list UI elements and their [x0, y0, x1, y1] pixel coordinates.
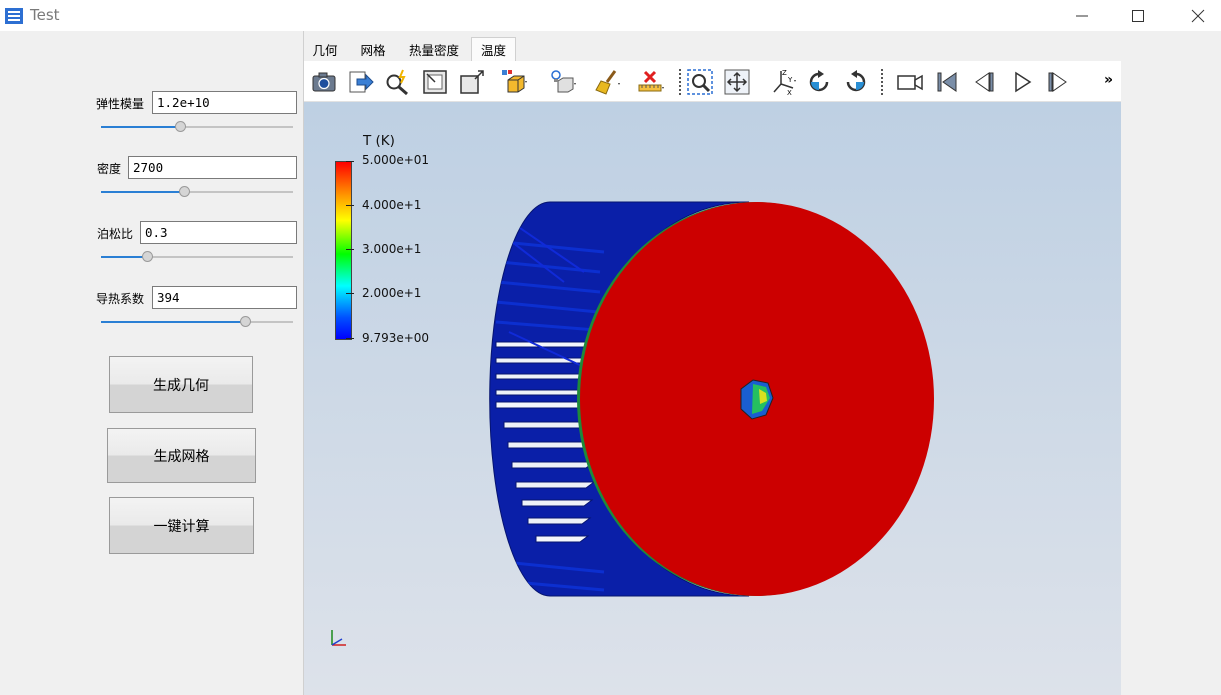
- colorbar-label-max: 5.000e+01: [362, 153, 430, 167]
- poisson-ratio-slider-handle[interactable]: [142, 251, 154, 262]
- one-click-compute-button[interactable]: 一键计算: [109, 497, 254, 554]
- render-viewport[interactable]: [304, 102, 1121, 695]
- param-label-poisson: 泊松比: [97, 227, 134, 241]
- generate-geometry-button[interactable]: 生成几何: [109, 356, 253, 413]
- conductivity-slider-fill: [101, 321, 245, 323]
- record-icon[interactable]: [895, 67, 925, 97]
- maximize-button[interactable]: [1115, 0, 1161, 31]
- temperature-model-render: [331, 201, 934, 646]
- right-margin: [1121, 31, 1221, 695]
- clear-icon[interactable]: [592, 67, 622, 97]
- close-button[interactable]: [1175, 0, 1221, 31]
- colorbar-tick: [346, 338, 354, 339]
- tab-geometry[interactable]: 几何: [304, 37, 346, 61]
- rotate-ccw-icon[interactable]: [841, 67, 871, 97]
- param-label-conductivity: 导热系数: [96, 292, 145, 306]
- app-icon: [4, 6, 24, 26]
- elastic-modulus-input[interactable]: 1.2e+10: [152, 91, 297, 114]
- zoom-to-box-icon[interactable]: [685, 67, 715, 97]
- first-frame-icon[interactable]: [932, 67, 962, 97]
- rotate-cw-icon[interactable]: [804, 67, 834, 97]
- representation-icon[interactable]: [499, 67, 529, 97]
- poisson-ratio-slider-fill: [101, 256, 148, 258]
- colorbar-tick: [346, 205, 354, 206]
- poisson-ratio-input[interactable]: 0.3: [140, 221, 297, 244]
- density-slider-fill: [101, 191, 184, 193]
- colorbar-tick: [346, 249, 354, 250]
- tab-temperature[interactable]: 温度: [471, 37, 516, 61]
- conductivity-slider-handle[interactable]: [240, 316, 251, 327]
- elastic-modulus-slider-fill: [101, 126, 180, 128]
- play-icon[interactable]: [1007, 67, 1037, 97]
- colorbar-title: T (K): [363, 133, 395, 149]
- title-bar: Test: [0, 0, 1221, 31]
- colorbar-tick: [346, 293, 354, 294]
- conductivity-input[interactable]: 394: [152, 286, 297, 309]
- tab-heat-density[interactable]: 热量密度: [400, 37, 468, 61]
- window-title: Test: [30, 6, 60, 24]
- export-icon[interactable]: [346, 67, 376, 97]
- toolbar-separator: [679, 69, 681, 95]
- orientation-axes: [331, 630, 346, 646]
- fit-view-icon[interactable]: [722, 67, 752, 97]
- tab-mesh[interactable]: 网格: [351, 37, 395, 61]
- minimize-button[interactable]: [1059, 0, 1105, 31]
- previous-frame-icon[interactable]: [969, 67, 999, 97]
- toolbar-more-button[interactable]: »: [1104, 72, 1113, 88]
- view-toolbar: ZYX: [304, 61, 1121, 102]
- light-icon[interactable]: [548, 67, 578, 97]
- colorbar-tick: [346, 161, 354, 162]
- density-slider-handle[interactable]: [178, 186, 190, 197]
- svg-text:Y: Y: [787, 76, 793, 84]
- elastic-modulus-slider-handle[interactable]: [174, 121, 186, 132]
- magnify-spark-icon[interactable]: [382, 67, 412, 97]
- camera-icon[interactable]: [309, 67, 339, 97]
- reset-view-icon[interactable]: [420, 67, 450, 97]
- generate-mesh-button[interactable]: 生成网格: [107, 428, 256, 483]
- density-input[interactable]: 2700: [128, 156, 297, 179]
- last-frame-icon[interactable]: [1043, 67, 1073, 97]
- colorbar-label: 3.000e+1: [362, 242, 422, 256]
- colorbar: [335, 161, 352, 340]
- axes-icon[interactable]: ZYX: [768, 67, 798, 97]
- zoom-box-icon[interactable]: [457, 67, 487, 97]
- param-label-density: 密度: [97, 162, 122, 176]
- ruler-icon[interactable]: [636, 67, 666, 97]
- colorbar-label: 2.000e+1: [362, 286, 422, 300]
- toolbar-separator: [881, 69, 883, 95]
- svg-text:X: X: [787, 89, 792, 96]
- svg-text:Z: Z: [782, 69, 787, 77]
- param-label-elastic-modulus: 弹性模量: [96, 97, 145, 111]
- colorbar-label-min: 9.793e+00: [362, 331, 430, 345]
- colorbar-label: 4.000e+1: [362, 198, 422, 212]
